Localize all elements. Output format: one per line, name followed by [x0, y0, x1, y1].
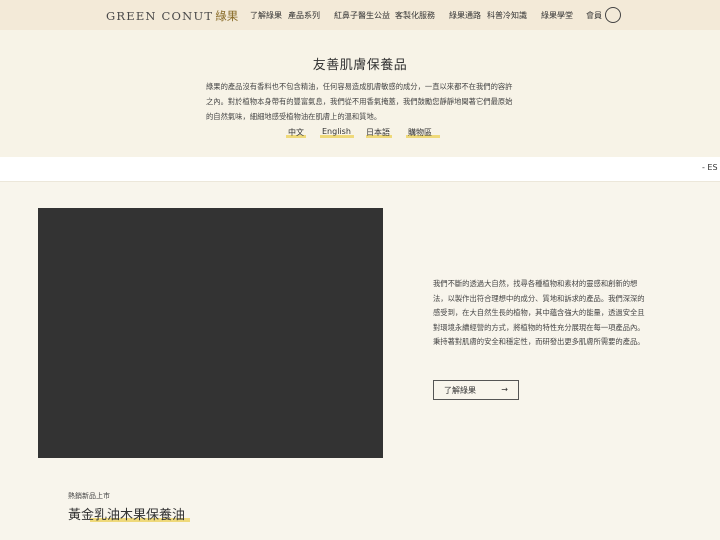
- brand-video[interactable]: [38, 208, 383, 458]
- learn-more-button[interactable]: 了解綠果 →: [433, 380, 519, 400]
- lang-shop[interactable]: 購物區: [408, 127, 432, 138]
- logo-cn-text: 綠果: [215, 9, 239, 23]
- announcement-strip: [0, 157, 720, 182]
- marquee-text: - ES: [702, 163, 718, 172]
- nav-products[interactable]: 產品系列: [288, 10, 320, 21]
- lang-english[interactable]: English: [322, 127, 351, 136]
- lang-chinese[interactable]: 中文: [288, 127, 304, 138]
- user-circle-icon[interactable]: [605, 7, 621, 23]
- lang-japanese[interactable]: 日本語: [366, 127, 390, 138]
- arrow-right-icon: →: [501, 385, 508, 394]
- nav-custom-service[interactable]: 客製化服務: [395, 10, 435, 21]
- site-header: GREEN CONUT 綠果 了解綠果 產品系列 紅鼻子醫生公益 客製化服務 綠果…: [0, 0, 720, 30]
- about-text: 我們不斷的透過大自然，找尋各種植物和素材的靈感和創新的想法，以製作出符合理想中的…: [433, 279, 645, 347]
- intro-title: 友善肌膚保養品: [312, 58, 408, 73]
- logo-text: GREEN CONUT: [106, 9, 214, 23]
- nav-charity[interactable]: 紅鼻子醫生公益: [334, 10, 390, 21]
- brand-logo[interactable]: GREEN CONUT 綠果: [106, 8, 238, 24]
- new-product-label: 熱銷新品上市: [68, 492, 110, 500]
- nav-academy[interactable]: 綠果學堂: [541, 10, 573, 21]
- nav-member[interactable]: 會員: [586, 10, 602, 21]
- nav-channels[interactable]: 綠果通路: [449, 10, 481, 21]
- product-title[interactable]: 黃金乳油木果保養油: [68, 504, 185, 523]
- nav-science[interactable]: 科普冷知識: [487, 10, 527, 21]
- intro-text: 綠果的產品沒有香料也不包含精油，任何容易造成肌膚敏感的成分，一直以來都不在我們的…: [206, 82, 513, 121]
- nav-about[interactable]: 了解綠果: [250, 10, 282, 21]
- learn-more-label: 了解綠果: [444, 385, 476, 395]
